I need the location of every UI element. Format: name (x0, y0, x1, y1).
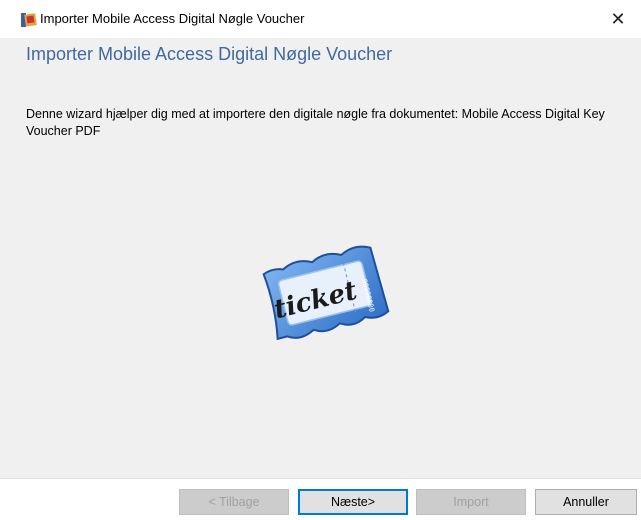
app-ticket-icon (21, 12, 37, 28)
wizard-description: Denne wizard hjælper dig med at importer… (26, 107, 605, 138)
back-button[interactable]: < Tilbage (179, 489, 289, 515)
window-title: Importer Mobile Access Digital Nøgle Vou… (40, 11, 305, 26)
title-bar: Importer Mobile Access Digital Nøgle Vou… (0, 0, 641, 38)
wizard-window: Importer Mobile Access Digital Nøgle Vou… (0, 0, 641, 520)
close-button[interactable]: ✕ (595, 0, 641, 38)
cancel-button[interactable]: Annuller (535, 489, 637, 515)
ticket-icon: ticket 00000000 (250, 238, 400, 348)
close-icon: ✕ (610, 8, 626, 29)
next-button[interactable]: Næste> (298, 489, 408, 515)
page-heading: Importer Mobile Access Digital Nøgle Vou… (26, 44, 393, 64)
button-bar: < Tilbage Næste> Import Annuller (0, 478, 641, 520)
import-button[interactable]: Import (416, 489, 526, 515)
